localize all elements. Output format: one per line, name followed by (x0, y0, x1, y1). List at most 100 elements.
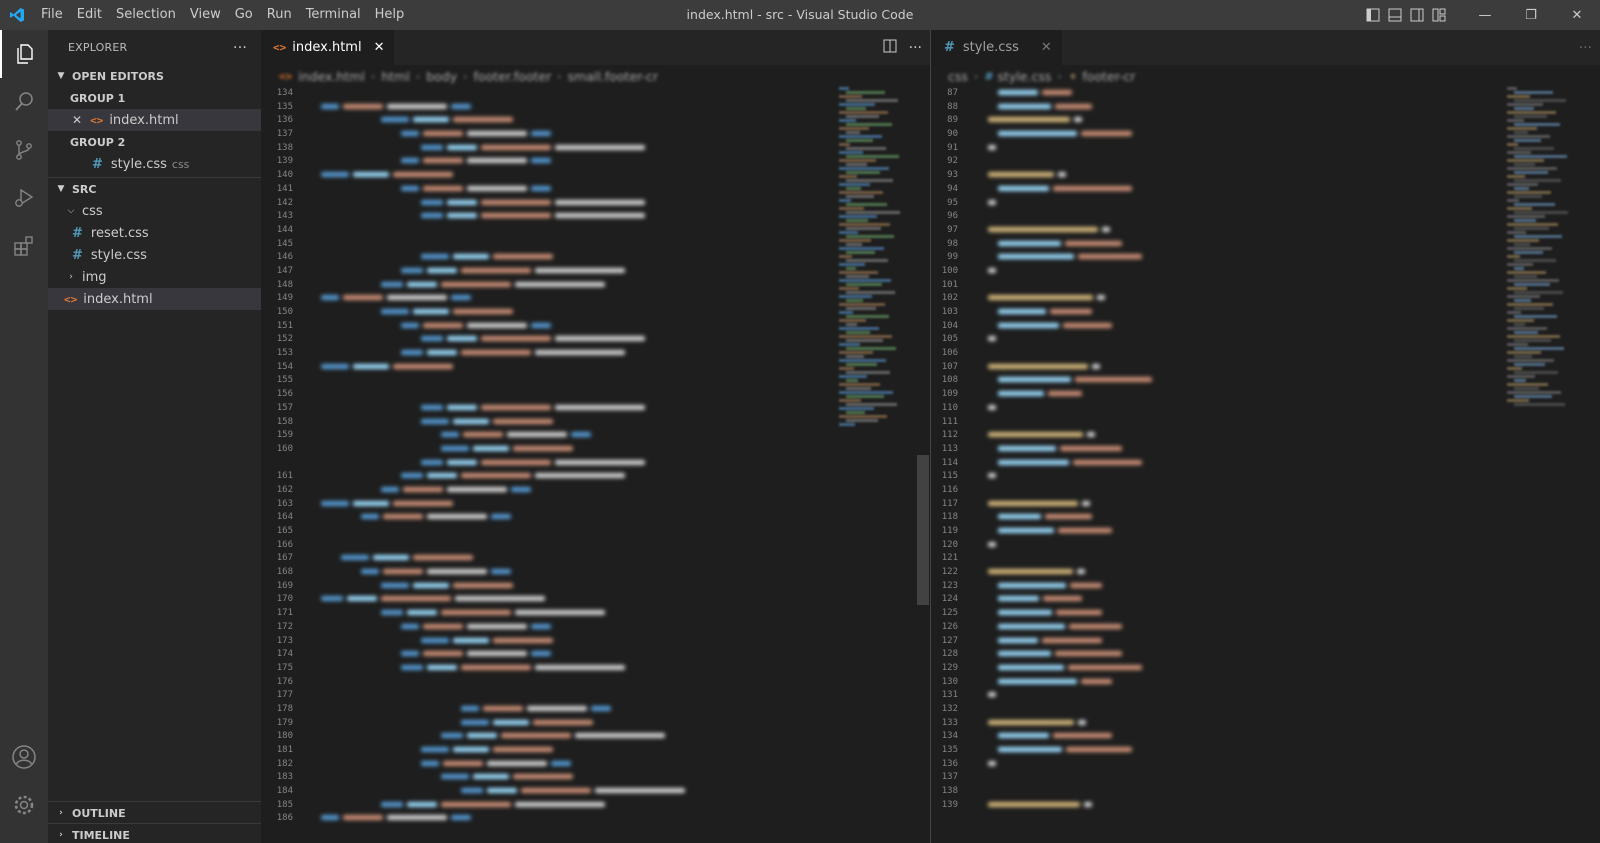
menu-terminal[interactable]: Terminal (299, 0, 368, 30)
chevron-right-icon: › (59, 808, 63, 818)
customize-layout-icon[interactable] (1428, 0, 1450, 30)
breadcrumb-item[interactable]: body (426, 69, 457, 84)
settings-gear-icon[interactable] (0, 781, 48, 829)
close-tab-icon[interactable]: ✕ (374, 40, 385, 55)
line-number: 149 (276, 293, 293, 304)
close-tab-icon[interactable]: ✕ (1041, 40, 1052, 55)
more-actions-icon[interactable]: ··· (233, 40, 247, 56)
blurred-code-lines (988, 87, 1156, 812)
more-actions-icon[interactable]: ··· (1579, 40, 1592, 56)
folder-img[interactable]: › img (48, 266, 261, 288)
chevron-down-icon: ⌵ (67, 206, 75, 216)
line-number: 125 (941, 608, 958, 619)
chevron-down-icon: ▼ (57, 71, 65, 81)
open-editor-index-html[interactable]: ✕ <> index.html (48, 109, 261, 131)
explorer-icon[interactable] (0, 30, 48, 78)
chevron-right-icon: › (59, 830, 63, 840)
line-number: 141 (276, 183, 293, 194)
line-number: 106 (941, 348, 958, 359)
breadcrumb-item[interactable]: footer.footer (474, 69, 552, 84)
line-number: 94 (947, 183, 958, 194)
line-number: 154 (276, 361, 293, 372)
line-number: 121 (941, 553, 958, 564)
line-number: 143 (276, 211, 293, 222)
line-number-gutter: 87 88 89 90 91 92 93 94 95 96 97 98 99 100 101 102 103 10… (932, 87, 982, 812)
split-editor-icon[interactable] (883, 39, 897, 57)
menu-help[interactable]: Help (368, 0, 412, 30)
toggle-panel-icon[interactable] (1384, 0, 1406, 30)
chevron-down-icon: ▼ (57, 184, 65, 194)
line-number: 173 (276, 635, 293, 646)
extensions-icon[interactable] (0, 222, 48, 270)
line-number: 133 (941, 717, 958, 728)
line-number: 109 (941, 389, 958, 400)
breadcrumb-item[interactable]: html (381, 69, 409, 84)
line-number: 103 (941, 307, 958, 317)
menu-edit[interactable]: Edit (70, 0, 109, 30)
breadcrumb-item[interactable]: small.footer-cr (568, 69, 658, 84)
line-number: 155 (276, 375, 293, 386)
line-number: 142 (276, 197, 293, 208)
menu-go[interactable]: Go (228, 0, 260, 30)
search-icon[interactable] (0, 78, 48, 126)
line-number: 112 (941, 430, 958, 441)
minimap[interactable] (1507, 87, 1589, 407)
html-file-icon: <> (273, 41, 287, 54)
line-number: 113 (941, 443, 958, 454)
outline-section[interactable]: › OUTLINE (48, 802, 261, 824)
menu-run[interactable]: Run (260, 0, 299, 30)
menu-view[interactable]: View (183, 0, 228, 30)
vscode-logo-icon (0, 0, 34, 30)
line-number: 138 (276, 142, 293, 153)
line-number: 97 (947, 224, 958, 235)
activity-bar (0, 30, 48, 843)
minimap[interactable] (839, 87, 900, 427)
breadcrumb-item[interactable]: css (948, 69, 968, 84)
open-editors-section[interactable]: ▼ OPEN EDITORS (48, 65, 261, 87)
menu-file[interactable]: File (34, 0, 70, 30)
line-number: 130 (941, 676, 958, 687)
breadcrumb-item[interactable]: style.css (998, 69, 1052, 84)
line-number: 120 (941, 539, 958, 550)
folder-css[interactable]: ⌵ css (48, 200, 261, 222)
toggle-secondary-sidebar-icon[interactable] (1406, 0, 1428, 30)
line-number: 163 (276, 498, 293, 509)
breadcrumb-item[interactable]: index.html (298, 69, 365, 84)
tab-index-html[interactable]: <> index.html ✕ (261, 30, 395, 65)
tab-style-css[interactable]: # style.css ✕ (932, 30, 1062, 65)
css-file-icon: # (92, 156, 103, 172)
close-window-button[interactable]: ✕ (1554, 0, 1600, 30)
line-number: 89 (947, 115, 958, 126)
line-number: 137 (941, 772, 958, 783)
src-folder-section[interactable]: ▼ SRC (48, 178, 261, 200)
line-number: 145 (276, 238, 293, 249)
vertical-scrollbar[interactable] (917, 455, 929, 605)
minimize-button[interactable]: — (1462, 0, 1508, 30)
run-debug-icon[interactable] (0, 174, 48, 222)
file-style-css[interactable]: # style.css (48, 244, 261, 266)
open-editor-style-css[interactable]: # style.css css (48, 153, 261, 175)
line-number: 156 (276, 389, 293, 400)
close-icon[interactable]: ✕ (72, 113, 82, 127)
line-number: 170 (276, 594, 293, 605)
line-number: 96 (947, 211, 958, 222)
line-number: 168 (276, 567, 293, 578)
line-number: 147 (276, 265, 293, 276)
toggle-primary-sidebar-icon[interactable] (1362, 0, 1384, 30)
line-number: 134 (941, 731, 958, 742)
file-reset-css[interactable]: # reset.css (48, 222, 261, 244)
timeline-section[interactable]: › TIMELINE (48, 824, 261, 843)
account-icon[interactable] (0, 733, 48, 781)
line-number: 108 (941, 375, 958, 386)
line-number: 104 (941, 320, 958, 331)
restore-button[interactable]: ❐ (1508, 0, 1554, 30)
explorer-title: EXPLORER (68, 41, 128, 54)
more-actions-icon[interactable]: ··· (909, 40, 922, 56)
breadcrumb-item[interactable]: footer-cr (1082, 69, 1135, 84)
line-number: 185 (276, 799, 293, 810)
menu-selection[interactable]: Selection (109, 0, 183, 30)
file-index-html[interactable]: <> index.html (48, 288, 261, 310)
line-number: 158 (276, 416, 293, 427)
source-control-icon[interactable] (0, 126, 48, 174)
line-number: 178 (276, 703, 293, 714)
